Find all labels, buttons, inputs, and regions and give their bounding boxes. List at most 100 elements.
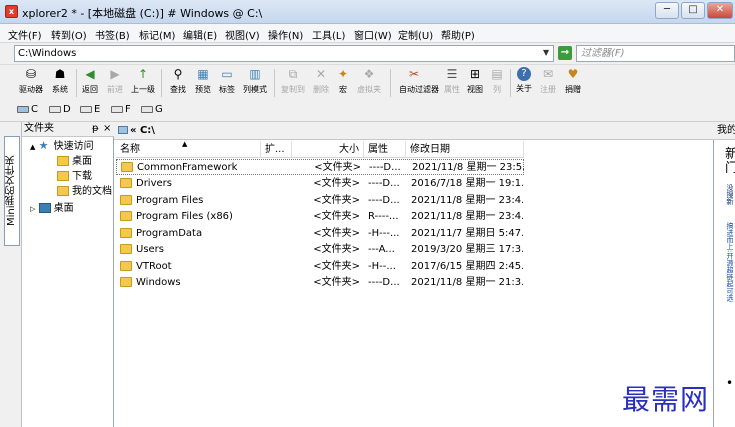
right-panel-text: 没搜新 [726, 184, 734, 205]
tab-button[interactable]: ▭ 标签 [212, 67, 242, 95]
file-modified: 2019/3/20 星期三 17:3... [411, 244, 523, 255]
copy-to-button[interactable]: ⧉ 复制到 [278, 67, 308, 95]
close-icon[interactable]: × [103, 122, 111, 136]
auto-filter-button[interactable]: ✂ 自动过滤器 [399, 67, 439, 95]
folder-icon [57, 171, 69, 181]
menu-help[interactable]: 帮助(P) [441, 27, 475, 42]
menu-window[interactable]: 窗口(W) [354, 27, 392, 42]
menu-bookmarks[interactable]: 书签(B) [95, 27, 130, 42]
right-panel-heading: 新门 [725, 147, 735, 176]
file-name: Windows [136, 277, 181, 288]
folder-panel-header: 文件夹 ᵽ × [22, 122, 114, 137]
column-headers: 名称 ▲ 扩... 大小 属性 修改日期 [116, 140, 524, 158]
right-panel-bullet: • [726, 376, 734, 390]
menu-goto[interactable]: 转到(O) [51, 27, 87, 42]
minimize-button[interactable]: ─ [655, 2, 679, 19]
view-icon: ⊞ [469, 67, 481, 81]
file-size: <文件夹> [313, 228, 360, 239]
address-input[interactable]: C:\Windows [14, 45, 554, 62]
forward-icon: ▶ [110, 67, 120, 81]
column-header-ext[interactable]: 扩... [261, 141, 292, 158]
tool-label: 捐赠 [565, 85, 581, 94]
menu-mark[interactable]: 标记(M) [139, 27, 175, 42]
system-button[interactable]: ☗ 系统 [45, 67, 75, 95]
columns-icon: ▤ [491, 67, 503, 81]
columns-button[interactable]: ▤ 列 [482, 67, 512, 95]
current-path: « C:\ [130, 125, 155, 136]
close-button[interactable]: ✕ [707, 2, 733, 19]
drive-f[interactable]: F [111, 104, 131, 115]
column-header-name[interactable]: 名称 ▲ [116, 140, 261, 158]
virtual-folder-button[interactable]: ❖ 虚拟夹 [354, 67, 384, 95]
drives-button[interactable]: ⛁ 驱动器 [16, 67, 46, 95]
drive-d[interactable]: D [49, 104, 71, 115]
column-header-attributes[interactable]: 属性 [364, 141, 406, 158]
folder-icon [120, 277, 132, 287]
tree-item-quick-access[interactable]: ▲ ★ 快速访问 [30, 140, 94, 154]
table-row[interactable]: Program Files <文件夹> ----D... 2021/11/8 星… [116, 193, 524, 209]
menu-customize[interactable]: 定制(U) [398, 27, 433, 42]
right-panel-link[interactable]: 搞进而上:开源超链起可选 [725, 222, 735, 301]
table-row[interactable]: Drivers <文件夹> ----D... 2016/7/18 星期一 19:… [116, 176, 524, 192]
folder-icon [120, 261, 132, 271]
table-row[interactable]: CommonFramework <文件夹> ----D... 2021/11/8… [116, 159, 524, 175]
forward-button[interactable]: ▶ 前进 [100, 67, 130, 95]
table-row[interactable]: VTRoot <文件夹> -H--... 2017/6/15 星期四 2:45.… [116, 259, 524, 275]
table-row[interactable]: ProgramData <文件夹> -H---... 2021/11/7 星期日… [116, 226, 524, 242]
tree-item-documents[interactable]: 我的文档 [57, 185, 112, 199]
column-header-size[interactable]: 大小 [292, 141, 364, 158]
column-mode-icon: ▥ [249, 67, 261, 81]
filter-input[interactable]: 过滤器(F) [576, 45, 735, 62]
file-attributes: -H--... [368, 261, 396, 272]
tree-item-downloads[interactable]: 下载 [57, 170, 92, 184]
table-row[interactable]: Program Files (x86) <文件夹> R----... 2021/… [116, 209, 524, 225]
auto-filter-icon: ✂ [408, 67, 420, 81]
file-modified: 2016/7/18 星期一 19:1... [411, 178, 523, 189]
drive-icon [49, 105, 61, 113]
folder-icon [120, 178, 132, 188]
up-button[interactable]: ↑ 上一级 [128, 67, 158, 95]
donate-button[interactable]: ♥ 捐赠 [558, 67, 588, 95]
file-modified: 2017/6/15 星期四 2:45... [411, 261, 523, 272]
system-icon: ☗ [54, 67, 66, 81]
watermark-logo: 最需网 [622, 383, 710, 416]
menu-edit[interactable]: 编辑(E) [183, 27, 217, 42]
column-label: 名称 [120, 144, 140, 155]
file-size: <文件夹> [313, 178, 360, 189]
tree-item-desktop-quick[interactable]: 桌面 [57, 155, 92, 169]
back-icon: ◀ [85, 67, 95, 81]
menu-view[interactable]: 视图(V) [225, 27, 260, 42]
table-row[interactable]: Users <文件夹> ---A... 2019/3/20 星期三 17:3..… [116, 242, 524, 258]
tab-mini-folders[interactable]: Mini我的文件夹 [4, 136, 20, 246]
expand-icon[interactable]: ▷ [30, 205, 35, 213]
file-name: Program Files (x86) [136, 211, 233, 222]
app-icon: x [5, 5, 18, 18]
drive-g[interactable]: G [141, 104, 163, 115]
column-mode-button[interactable]: ▥ 列模式 [240, 67, 270, 95]
maximize-button[interactable]: □ [681, 2, 705, 19]
toolbar-separator [390, 69, 391, 97]
drive-c[interactable]: C [17, 104, 38, 115]
tree-item-desktop[interactable]: ▷ 桌面 [30, 202, 74, 216]
table-row[interactable]: Windows <文件夹> ----D... 2021/11/8 星期一 21:… [116, 275, 524, 291]
desktop-icon [38, 203, 51, 213]
drive-e[interactable]: E [80, 104, 100, 115]
drive-icon [17, 105, 29, 113]
column-header-modified[interactable]: 修改日期 [406, 141, 524, 158]
menu-file[interactable]: 文件(F) [8, 27, 42, 42]
file-size: <文件夹> [313, 244, 360, 255]
pin-icon[interactable]: ᵽ [92, 122, 99, 136]
tree-item-label: 快速访问 [53, 141, 94, 152]
go-arrow-icon[interactable]: → [558, 46, 572, 60]
collapse-icon[interactable]: ▲ [30, 143, 35, 151]
menu-tools[interactable]: 工具(L) [312, 27, 345, 42]
file-size: <文件夹> [313, 277, 360, 288]
file-attributes: ---A... [368, 244, 395, 255]
chevron-down-icon[interactable]: ▼ [543, 48, 549, 57]
folder-icon [120, 228, 132, 238]
tab-icon: ▭ [221, 67, 233, 81]
menu-actions[interactable]: 操作(N) [268, 27, 303, 42]
file-attributes: ----D... [369, 162, 401, 173]
file-modified: 2021/11/8 星期一 21:3... [411, 277, 523, 288]
tree-item-label: 桌面 [72, 156, 92, 167]
